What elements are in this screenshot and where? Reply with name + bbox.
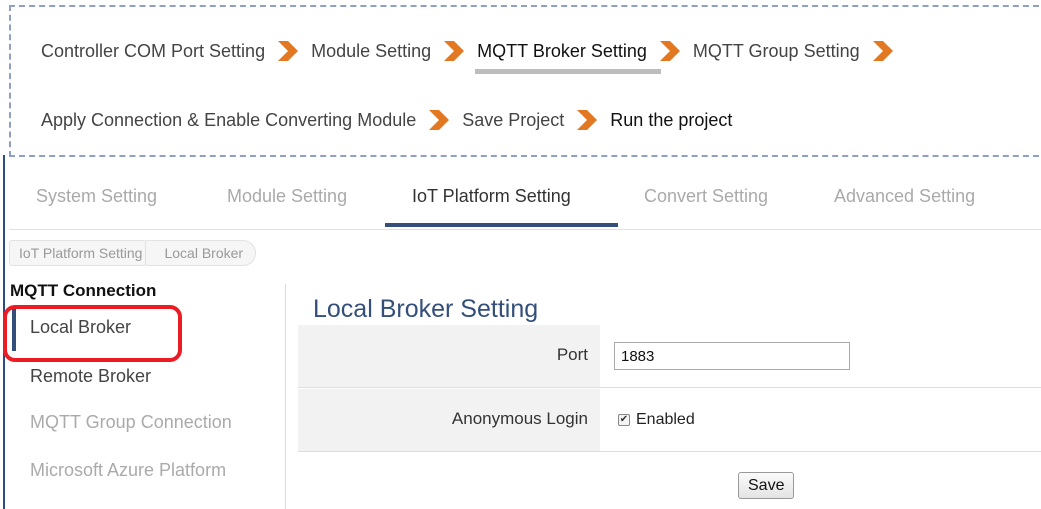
chevron-right-icon: [656, 39, 682, 63]
sidebar-item-microsoft-azure-platform[interactable]: Microsoft Azure Platform: [30, 460, 226, 481]
port-input[interactable]: [614, 342, 850, 370]
tab-advanced-setting[interactable]: Advanced Setting: [834, 186, 975, 207]
wizard-step-mqtt-broker-setting[interactable]: MQTT Broker Setting: [475, 41, 661, 74]
wizard-step-apply-connection[interactable]: Apply Connection & Enable Converting Mod…: [41, 110, 416, 131]
chevron-right-icon: [869, 39, 895, 63]
tab-iot-platform-setting[interactable]: IoT Platform Setting: [412, 186, 571, 207]
anonymous-login-row: Anonymous Login ✔ Enabled: [298, 389, 1041, 452]
sidebar-item-remote-broker[interactable]: Remote Broker: [30, 366, 151, 387]
enabled-checkbox-label: Enabled: [636, 411, 695, 428]
save-row: Save: [298, 453, 1041, 509]
anonymous-login-label: Anonymous Login: [451, 409, 588, 428]
tab-system-setting[interactable]: System Setting: [36, 186, 157, 207]
save-button[interactable]: Save: [738, 472, 795, 499]
breadcrumb: IoT Platform Setting Local Broker: [9, 240, 257, 266]
chevron-right-icon: [573, 108, 599, 132]
wizard-steps-row-1: Controller COM Port Setting Module Setti…: [41, 39, 906, 74]
sidebar-title: MQTT Connection: [10, 281, 157, 300]
chevron-right-icon: [425, 108, 451, 132]
port-value-cell: [600, 325, 1041, 387]
highlight-annotation-box: [3, 305, 182, 362]
top-tabs: System Setting Module Setting IoT Platfo…: [9, 160, 1041, 230]
enabled-checkbox[interactable]: ✔: [618, 414, 630, 426]
anonymous-login-value-cell: ✔ Enabled: [600, 389, 1041, 451]
sidebar-item-mqtt-group-connection[interactable]: MQTT Group Connection: [30, 412, 232, 433]
chevron-right-icon: [274, 39, 300, 63]
wizard-step-module-setting[interactable]: Module Setting: [311, 41, 431, 62]
wizard-steps-row-2: Apply Connection & Enable Converting Mod…: [41, 108, 732, 132]
wizard-step-controller-com-port[interactable]: Controller COM Port Setting: [41, 41, 265, 62]
wizard-step-mqtt-group-setting[interactable]: MQTT Group Setting: [693, 41, 860, 62]
wizard-steps-panel: Controller COM Port Setting Module Setti…: [9, 5, 1041, 157]
breadcrumb-item-local-broker[interactable]: Local Broker: [145, 240, 257, 266]
port-label: Port: [556, 345, 588, 364]
tab-convert-setting[interactable]: Convert Setting: [644, 186, 768, 207]
breadcrumb-item-iot-platform-setting[interactable]: IoT Platform Setting: [9, 240, 156, 266]
chevron-right-icon: [440, 39, 466, 63]
active-tab-indicator: [385, 223, 618, 227]
page-title: Local Broker Setting: [313, 295, 539, 323]
anonymous-login-toggle[interactable]: ✔ Enabled: [618, 411, 695, 429]
wizard-step-run-project[interactable]: Run the project: [610, 110, 732, 131]
sidebar-divider: [285, 284, 286, 509]
wizard-step-save-project[interactable]: Save Project: [462, 110, 564, 131]
tab-module-setting[interactable]: Module Setting: [227, 186, 347, 207]
port-row: Port: [298, 325, 1041, 388]
